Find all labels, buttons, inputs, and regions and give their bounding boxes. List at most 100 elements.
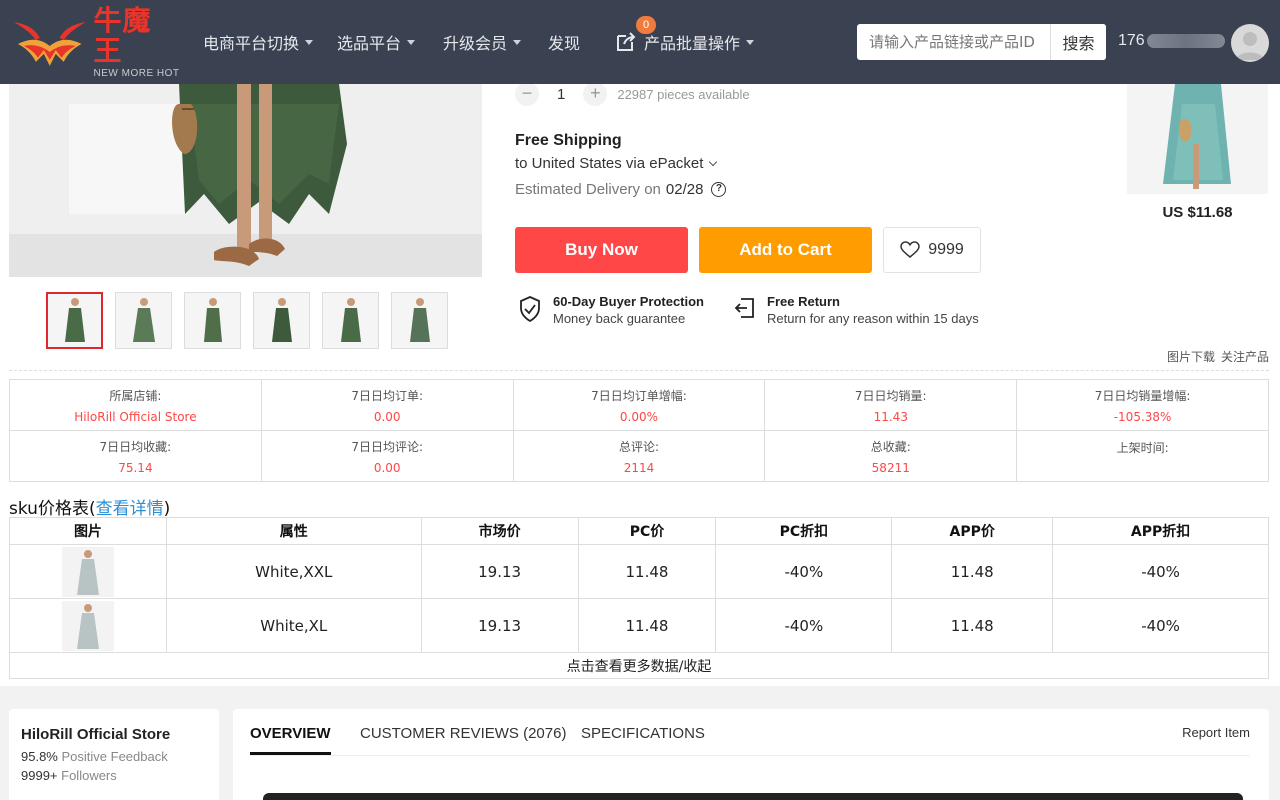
sku-app-price: 11.48 [891, 544, 1054, 599]
store-name[interactable]: HiloRill Official Store [21, 726, 207, 743]
return-icon [734, 298, 754, 318]
stat-cell: 7日日均收藏: 75.14 [9, 430, 262, 482]
stat-cell: 总收藏: 58211 [764, 430, 1018, 482]
stat-value: 0.00 [373, 409, 401, 424]
thumbnail-5[interactable] [322, 292, 379, 349]
dress-thumb-icon [76, 603, 99, 649]
nav-upgrade-member[interactable]: 升级会员 [443, 30, 522, 54]
shipping-via-text: to United States via ePacket [515, 155, 704, 172]
sku-app-price: 11.48 [891, 598, 1054, 653]
search-button[interactable]: 搜索 [1050, 24, 1106, 60]
thumbnail-1[interactable] [46, 292, 103, 349]
quantity-stepper: − 1 + 22987 pieces available [515, 82, 750, 106]
stat-label: 总收藏: [870, 439, 911, 454]
view-details-link[interactable]: 查看详情 [96, 499, 164, 519]
stat-value: 75.14 [118, 460, 153, 475]
overview-banner [263, 793, 1243, 800]
qty-minus-button[interactable]: − [515, 82, 539, 106]
stat-cell: 7日日均销量: 11.43 [764, 379, 1018, 431]
stat-label: 7日日均销量增幅: [1094, 388, 1191, 403]
sku-image-cell [9, 544, 167, 599]
sku-pc-price: 11.48 [577, 598, 717, 653]
delivery-label: Estimated Delivery on [515, 181, 661, 198]
sku-thumbnail[interactable] [61, 546, 114, 597]
blurred-user-id [1146, 34, 1225, 48]
show-more-toggle[interactable]: 点击查看更多数据/收起 [9, 652, 1269, 679]
thumbnail-3[interactable] [184, 292, 241, 349]
heart-icon [900, 241, 920, 258]
stat-label: 7日日均订单增幅: [591, 388, 687, 403]
dress-thumb-icon [203, 297, 222, 342]
return-title: Free Return [767, 294, 840, 309]
user-account-menu[interactable]: 176 [1118, 32, 1239, 50]
qty-value[interactable]: 1 [557, 86, 565, 103]
sku-title-end: ) [163, 499, 171, 519]
sku-section-title: sku价格表(查看详情) [9, 494, 170, 519]
dress-thumb-icon [64, 297, 85, 342]
stat-value: -105.38% [1113, 409, 1172, 424]
protection-sub: Money back guarantee [553, 311, 686, 326]
help-icon[interactable]: ? [711, 182, 727, 197]
sku-thumbnail[interactable] [61, 600, 114, 651]
nav-selection-platform[interactable]: 选品平台 [337, 30, 416, 54]
col-header: APP折扣 [1052, 517, 1269, 545]
nav-platform-switch[interactable]: 电商平台切换 [203, 30, 314, 54]
stat-cell: 7日日均订单增幅: 0.00% [512, 379, 766, 431]
shipping-method-select[interactable]: to United States via ePacket [515, 155, 718, 172]
nav-discover[interactable]: 发现 [548, 30, 580, 54]
nav-item-label: 选品平台 [337, 34, 402, 53]
followers-value: 9999+ [21, 768, 58, 783]
nav-bulk-operation[interactable]: 产品批量操作 [614, 30, 755, 54]
add-to-cart-button[interactable]: Add to Cart [699, 227, 872, 273]
recommended-product-image[interactable] [1127, 84, 1268, 194]
pieces-available: 22987 pieces available [617, 86, 750, 102]
wishlist-button[interactable]: 9999 [883, 227, 981, 273]
product-main-image[interactable] [9, 84, 482, 277]
shipping-title: Free Shipping [515, 132, 622, 149]
stat-cell: 7日日均销量增幅: -105.38% [1016, 379, 1269, 431]
tabs-divider [250, 755, 1250, 756]
dress-thumb-icon [132, 297, 155, 342]
dress-thumb-icon [340, 297, 361, 342]
stat-label: 总评论: [618, 439, 659, 454]
bull-logo-icon [13, 22, 86, 66]
follow-product-link[interactable]: 关注产品 [1221, 350, 1269, 364]
table-row: White,XL 19.13 11.48 -40% 11.48 -40% [9, 598, 1269, 653]
logo-subtitle: NEW MORE HOT [93, 67, 180, 79]
followers-label: Followers [61, 768, 117, 783]
col-header: APP价 [891, 517, 1054, 545]
stats-grid: 所属店铺: HiloRill Official Store 7日日均订单: 0.00… [9, 379, 1269, 482]
stat-value: 0.00 [373, 460, 401, 475]
thumbnail-strip [46, 292, 448, 349]
col-header: 市场价 [420, 517, 579, 545]
store-link[interactable]: HiloRill Official Store [10, 410, 261, 424]
sku-attr: White,XXL [165, 544, 422, 599]
store-followers: 9999+ Followers [21, 768, 207, 783]
sku-pc-discount: -40% [715, 598, 893, 653]
caret-down-icon [305, 39, 314, 45]
thumbnail-2[interactable] [115, 292, 172, 349]
stat-cell: 7日日均评论: 0.00 [260, 430, 514, 482]
top-navbar: 牛魔王 NEW MORE HOT 电商平台切换 选品平台 升级会员 发现 产品批… [0, 0, 1280, 84]
tab-customer-reviews[interactable]: CUSTOMER REVIEWS (2076) [360, 725, 566, 752]
buyer-protection: 60-Day Buyer Protection Money back guara… [519, 294, 704, 326]
search-input[interactable] [857, 24, 1050, 60]
avatar[interactable] [1231, 24, 1269, 62]
report-item-link[interactable]: Report Item [1182, 725, 1250, 740]
divider [9, 370, 1269, 371]
buy-now-button[interactable]: Buy Now [515, 227, 688, 273]
caret-down-icon [513, 39, 522, 45]
chevron-down-icon [709, 157, 718, 166]
dress-thumb-icon [271, 297, 292, 342]
tab-overview[interactable]: OVERVIEW [250, 725, 331, 755]
thumbnail-6[interactable] [391, 292, 448, 349]
logo-title: 牛魔王 [93, 3, 152, 67]
image-download-link[interactable]: 图片下载 [1167, 350, 1215, 364]
thumbnail-4[interactable] [253, 292, 310, 349]
tab-specifications[interactable]: SPECIFICATIONS [581, 725, 705, 752]
search-bar: 搜索 [857, 24, 1106, 60]
col-header: PC价 [577, 517, 717, 545]
qty-plus-button[interactable]: + [583, 82, 608, 106]
logo[interactable]: 牛魔王 NEW MORE HOT [10, 5, 180, 79]
product-photo [9, 84, 482, 277]
